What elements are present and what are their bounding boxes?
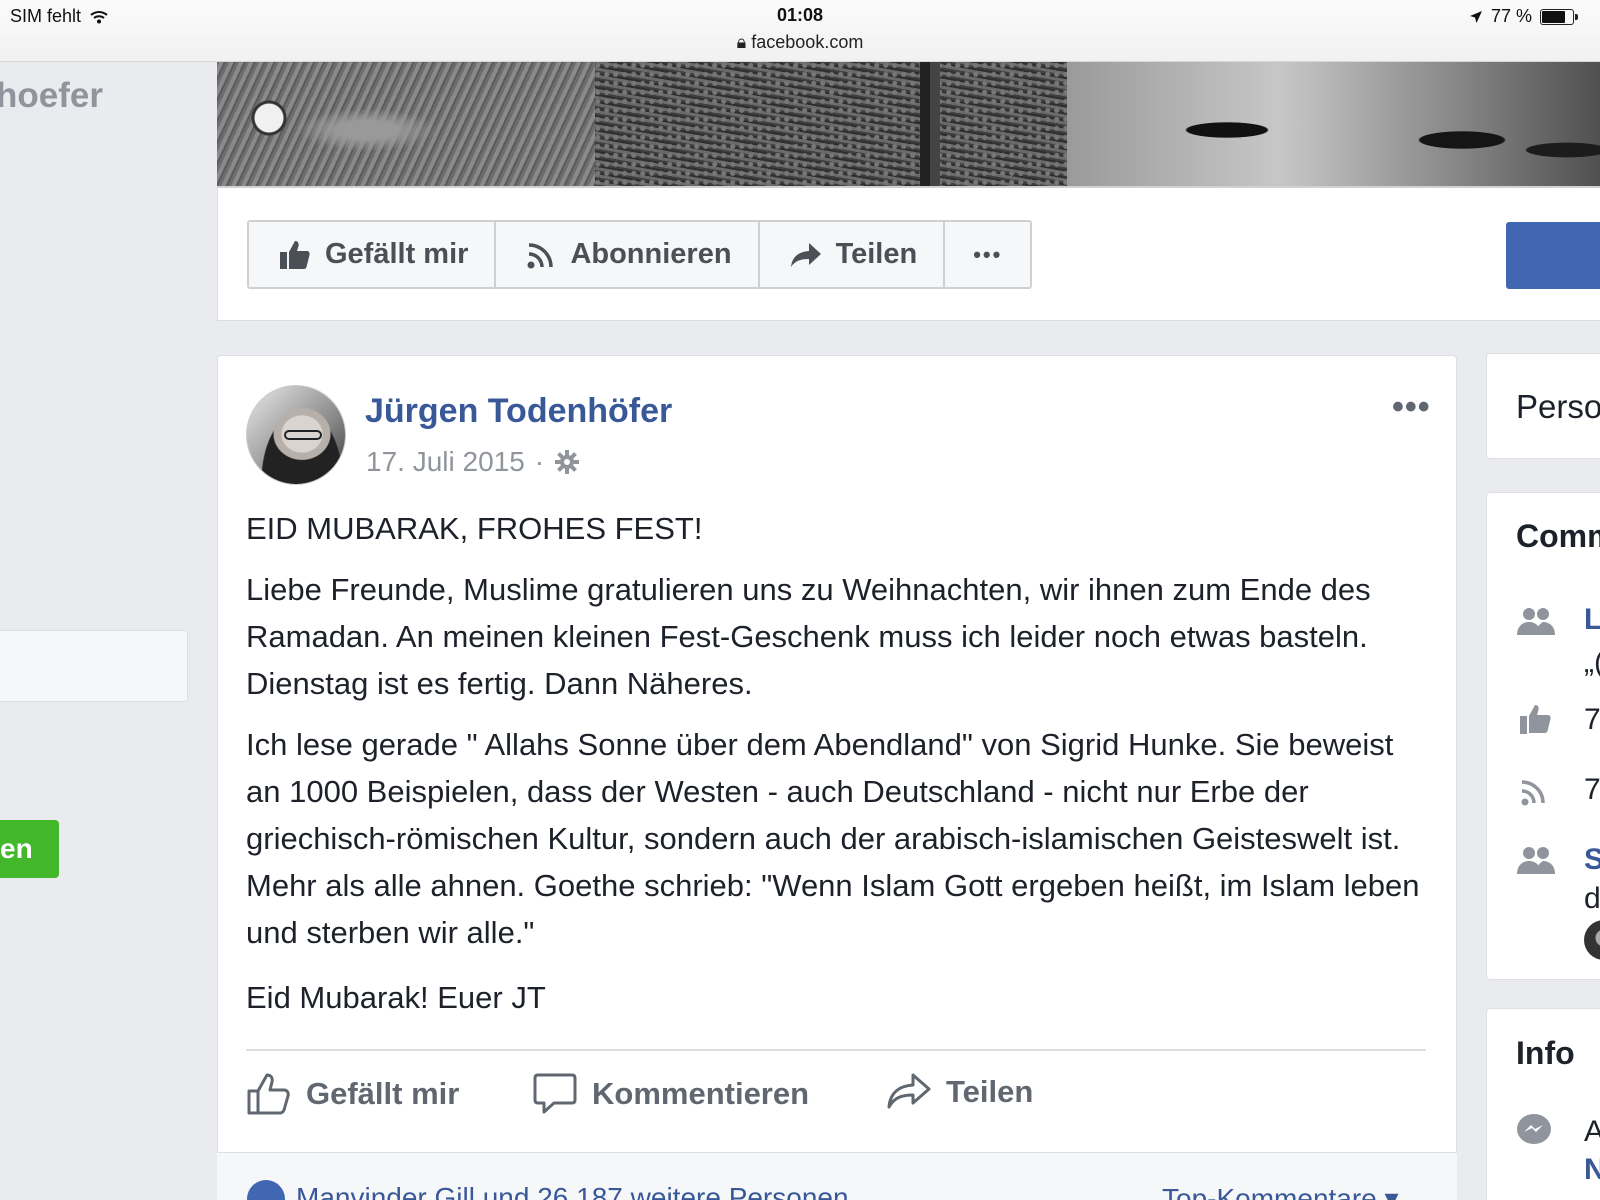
post-author[interactable]: Jürgen Todenhöfer [365,392,672,431]
thumbs-up-icon [1520,705,1551,734]
battery-percent: 77 % [1490,6,1532,26]
post-comment-button[interactable]: Kommentieren [532,1072,809,1116]
info-row-text: A [1584,1115,1600,1148]
meta-separator: · [534,446,545,477]
info-row-sub[interactable]: N [1584,1153,1600,1187]
post-share-button[interactable]: Teilen [886,1072,1033,1112]
url-text: facebook.com [751,32,864,52]
post-like-button[interactable]: Gefällt mir [246,1072,459,1116]
cover-segment-2 [595,60,1067,186]
rss-icon [527,242,554,268]
battery-icon [1540,8,1578,25]
post-like-label: Gefällt mir [306,1076,460,1111]
lock-icon: 🔒︎ [736,32,747,52]
author-avatar[interactable] [246,385,346,485]
community-followers-count: 7 [1584,773,1600,806]
community-title: Comm [1516,518,1600,554]
battery-status: 77 % [1469,6,1578,27]
share-outline-icon [887,1073,931,1109]
like-page-label: Gefällt mir [325,238,469,270]
post-date[interactable]: 17. Juli 2015 [366,446,525,478]
reactions-summary[interactable]: Manvinder Gill und 26.187 weitere Person… [296,1182,849,1200]
post-paragraph-1: Liebe Freunde, Muslime gratulieren uns z… [246,572,1371,701]
green-action-button[interactable]: en [0,820,59,878]
follow-page-label: Abonnieren [570,238,732,270]
cover-segment-1 [217,60,595,186]
post-paragraph-3: Eid Mubarak! Euer JT [246,980,546,1015]
comment-icon [533,1073,577,1114]
right-card-1-label[interactable]: Perso [1516,388,1600,426]
post-divider [246,1049,1426,1051]
clock: 01:08 [776,5,824,25]
cover-photo[interactable] [217,60,1600,188]
url-bar[interactable]: 🔒︎ facebook.com [0,32,1600,53]
share-page-button[interactable]: Teilen [760,222,946,287]
more-options-button[interactable]: ••• [945,222,1030,287]
community-likes-count: 7 [1584,703,1600,736]
post-paragraph-2: Ich lese gerade " Allahs Sonne über dem … [246,727,1420,950]
post-comment-label: Kommentieren [592,1076,810,1111]
community-row-1-text[interactable]: L [1584,603,1600,637]
follow-page-button[interactable]: Abonnieren [496,222,760,287]
community-row-1-sub: „( [1584,646,1600,679]
thumbs-up-icon [280,240,310,269]
cover-segment-3 [1067,60,1600,186]
gear-icon[interactable] [554,449,580,475]
post-options-button[interactable]: ••• [1392,388,1431,427]
primary-blue-button[interactable] [1506,222,1600,289]
page-name-fragment[interactable]: hoefer [0,76,103,116]
thumbs-up-outline-icon [247,1073,290,1115]
like-page-button[interactable]: Gefällt mir [249,222,497,287]
community-row-4-text[interactable]: S [1584,843,1600,877]
sidebar-box [0,630,188,702]
rss-icon [1521,780,1545,806]
comment-sort-dropdown[interactable]: Top-Kommentare ▾ [1162,1182,1399,1200]
people-icon [1517,847,1555,874]
people-icon [1517,608,1555,635]
community-card [1486,492,1600,980]
post-share-label: Teilen [946,1074,1034,1109]
status-bar: SIM fehlt 01:08 🔒︎ facebook.com 77 % [0,0,1600,62]
post-heading: EID MUBARAK, FROHES FEST! [246,511,703,546]
location-arrow-icon [1469,10,1482,23]
more-icon: ••• [973,241,1003,267]
page-action-buttons: Gefällt mir Abonnieren Teilen ••• [247,220,1033,289]
info-title: Info [1516,1035,1575,1071]
community-row-4-sub: d [1584,882,1600,915]
post-meta: 17. Juli 2015 · [366,446,580,478]
share-page-label: Teilen [835,238,918,270]
share-arrow-icon [790,242,821,267]
messenger-icon[interactable] [1516,1113,1556,1147]
